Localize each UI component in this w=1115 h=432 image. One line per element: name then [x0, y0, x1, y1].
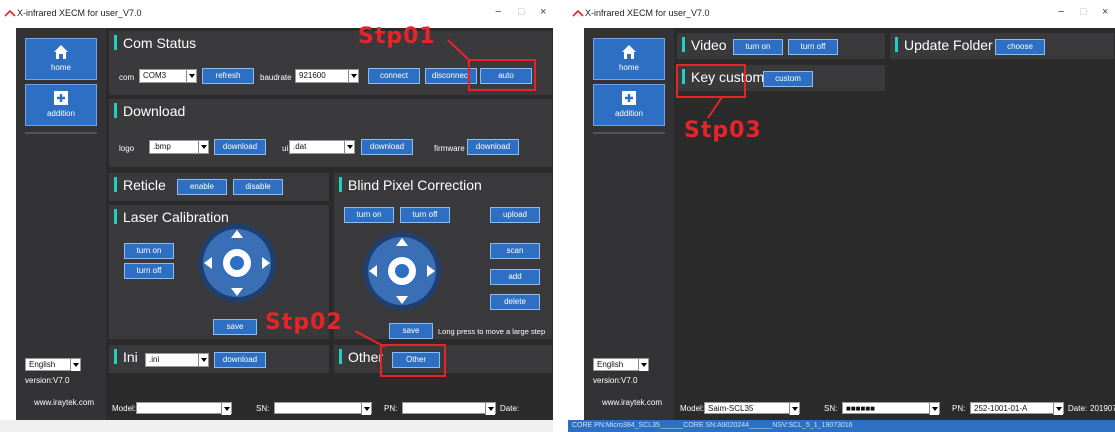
annotation-lines [354, 39, 471, 348]
main-window-right: X-infrared XECM for user_V7.0 − □ × home… [568, 0, 1115, 432]
step3-annotation: Stp03 [684, 118, 762, 143]
main-window-left: X-infrared XECM for user_V7.0 − □ × home… [0, 0, 553, 432]
step1-annotation: Stp01 [358, 24, 436, 49]
annotation-lines [707, 96, 723, 119]
step2-annotation: Stp02 [265, 310, 343, 335]
